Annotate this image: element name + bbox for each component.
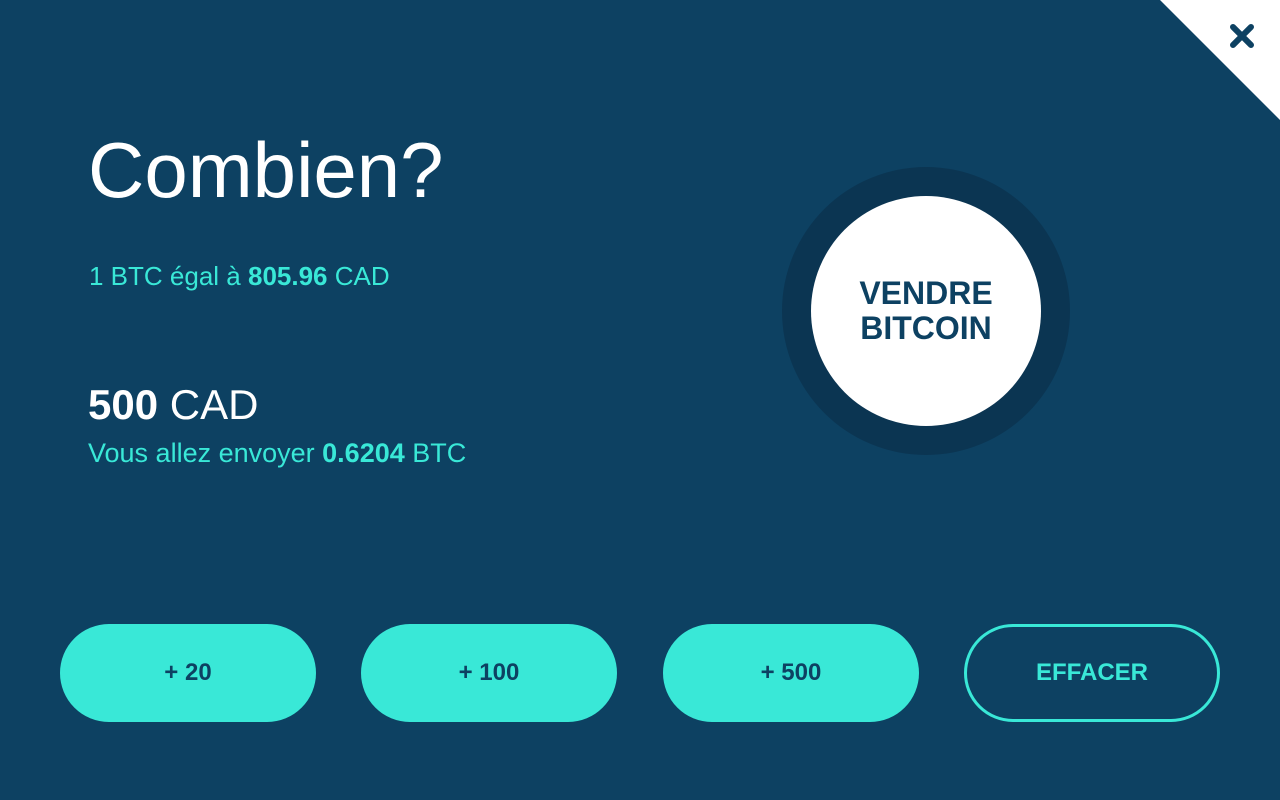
clear-label: EFFACER: [1035, 659, 1148, 686]
add-500-label: + 500: [760, 659, 822, 686]
sell-button-line1: VENDRE: [859, 274, 993, 311]
send-value: 0.6204: [322, 438, 405, 468]
sell-bitcoin-button[interactable]: VENDRE BITCOIN: [811, 196, 1041, 426]
add-500-button[interactable]: + 500: [663, 624, 919, 722]
amount-value: 500: [88, 381, 159, 428]
clear-button[interactable]: EFFACER: [964, 624, 1220, 722]
sell-button-line2: BITCOIN: [860, 310, 992, 346]
page-title: Combien?: [88, 126, 444, 214]
add-100-label: + 100: [458, 659, 520, 686]
rate-value: 805.96: [247, 261, 328, 291]
amount-currency: CAD: [169, 381, 259, 428]
close-button[interactable]: [1224, 18, 1260, 54]
close-icon: [1230, 24, 1254, 48]
corner-tab: [1160, 0, 1280, 120]
send-prefix: Vous allez envoyer: [88, 438, 315, 468]
rate-prefix: 1 BTC égal à: [89, 261, 241, 291]
send-currency: BTC: [412, 438, 467, 468]
sell-button-ring: VENDRE BITCOIN: [782, 167, 1070, 455]
add-20-button[interactable]: + 20: [60, 624, 316, 722]
exchange-rate: 1 BTC égal à 805.96 CAD: [89, 261, 390, 292]
send-summary: Vous allez envoyer 0.6204 BTC: [88, 438, 466, 469]
amount-display: 500 CAD: [88, 381, 258, 429]
add-100-button[interactable]: + 100: [361, 624, 617, 722]
add-20-label: + 20: [164, 659, 212, 686]
rate-currency: CAD: [334, 261, 390, 291]
